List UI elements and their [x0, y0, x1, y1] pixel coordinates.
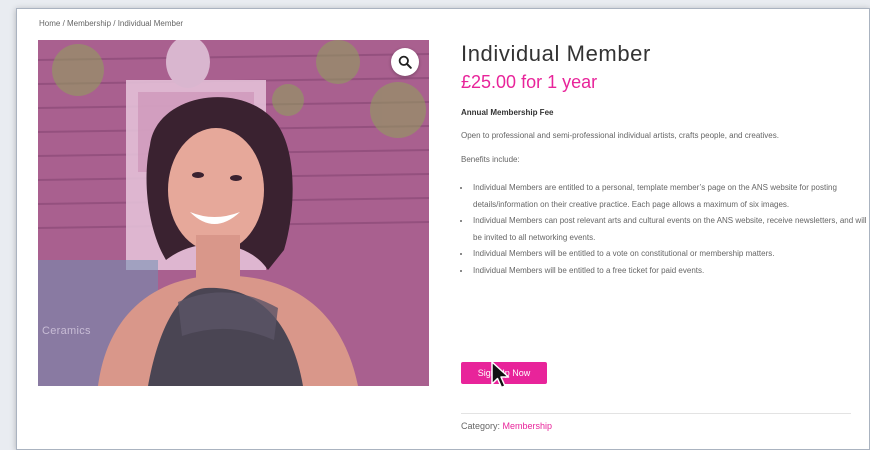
product-subheading: Annual Membership Fee	[461, 108, 554, 117]
product-price: £25.00 for 1 year	[461, 72, 597, 93]
benefit-item: Individual Members are entitled to a per…	[471, 180, 869, 213]
product-category: Category: Membership	[461, 421, 552, 431]
member-photo	[38, 40, 429, 386]
benefit-item: Individual Members will be entitled to a…	[471, 246, 869, 263]
category-link[interactable]: Membership	[503, 421, 553, 431]
benefit-item: Individual Members will be entitled to a…	[471, 263, 869, 280]
magnifier-icon	[398, 55, 412, 69]
benefits-list: Individual Members are entitled to a per…	[461, 180, 869, 279]
breadcrumb: Home / Membership / Individual Member	[39, 19, 184, 28]
mouse-cursor-icon	[491, 361, 510, 389]
product-title: Individual Member	[461, 41, 651, 66]
category-label: Category:	[461, 421, 503, 431]
divider	[461, 413, 851, 414]
product-description: Open to professional and semi-profession…	[461, 131, 779, 140]
browser-window: Home / Membership / Individual Member Ce…	[16, 8, 870, 450]
zoom-button[interactable]	[391, 48, 419, 76]
benefit-item: Individual Members can post relevant art…	[471, 213, 869, 246]
ceramics-sign-text: Ceramics	[42, 325, 91, 337]
product-image[interactable]: Ceramics	[38, 40, 429, 386]
benefits-intro: Benefits include:	[461, 155, 520, 164]
price-amount: £25.00	[461, 72, 517, 92]
price-period: for 1 year	[516, 72, 598, 92]
